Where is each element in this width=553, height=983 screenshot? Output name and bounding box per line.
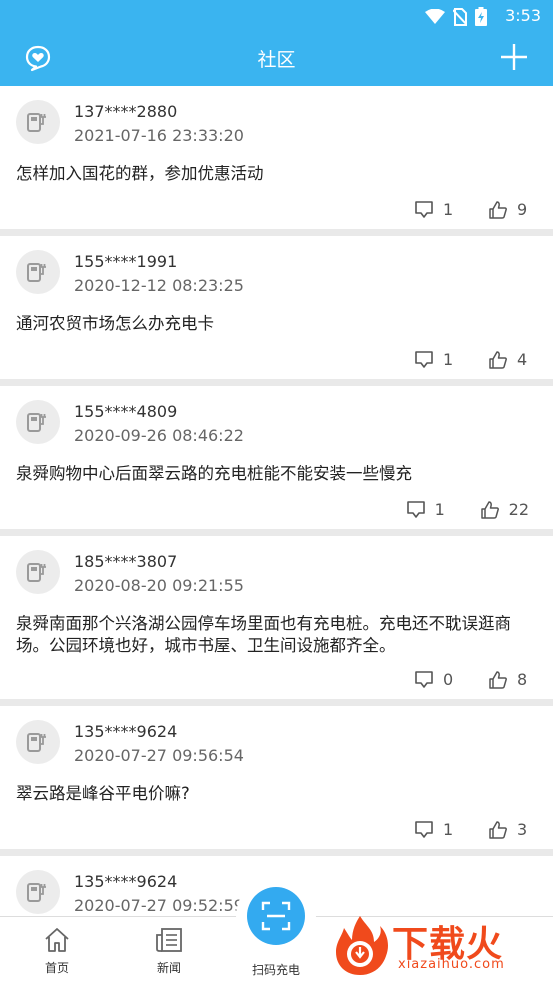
wifi-icon	[425, 8, 445, 24]
like-count: 4	[517, 350, 528, 369]
post-time: 2020-12-12 08:23:25	[74, 276, 244, 295]
post-username: 135****9624	[74, 722, 178, 741]
comment-icon	[415, 821, 433, 838]
battery-charging-icon	[475, 7, 487, 26]
like-button[interactable]: 4	[489, 350, 529, 369]
post-time: 2020-09-26 08:46:22	[74, 426, 244, 445]
post-actions: 1 22	[406, 500, 529, 519]
thumbs-up-icon	[489, 820, 507, 839]
page-title: 社区	[257, 49, 296, 71]
comment-button[interactable]: 1	[415, 820, 455, 839]
comment-button[interactable]: 1	[415, 350, 455, 369]
post-time: 2020-07-27 09:56:54	[74, 746, 244, 765]
home-icon	[45, 928, 69, 952]
post-username: 185****3807	[74, 552, 178, 571]
charging-station-icon	[27, 413, 46, 432]
post-actions: 0 8	[415, 670, 529, 689]
status-time: 3:53	[505, 6, 541, 25]
comment-count: 1	[434, 500, 445, 519]
tab-news[interactable]: 新闻	[129, 927, 209, 976]
like-count: 9	[517, 200, 528, 219]
status-bar: 3:53	[0, 0, 553, 32]
thumbs-up-icon	[489, 670, 507, 689]
tab-home[interactable]: 首页	[17, 927, 97, 976]
thumbs-up-icon	[480, 500, 499, 519]
post-time: 2020-07-27 09:52:59	[74, 896, 244, 915]
thumbs-up-icon	[489, 200, 507, 219]
post-content: 泉舜南面那个兴洛湖公园停车场里面也有充电桩。充电还不耽误逛商场。公园环境也好，城…	[16, 614, 511, 655]
comment-button[interactable]: 0	[415, 670, 455, 689]
watermark-logo: 下载火 xiazaihuo.com	[330, 912, 550, 980]
top-bar: 社区	[0, 32, 553, 86]
thumbs-up-icon	[489, 350, 507, 369]
like-count: 3	[517, 820, 528, 839]
post-card[interactable]: 185****3807 2020-08-20 09:21:55 泉舜南面那个兴洛…	[0, 536, 553, 699]
comment-button[interactable]: 1	[406, 500, 447, 519]
like-count: 22	[508, 500, 529, 519]
comment-count: 1	[443, 350, 454, 369]
add-icon[interactable]	[499, 42, 529, 72]
avatar	[16, 550, 60, 594]
post-content: 翠云路是峰谷平电价嘛?	[16, 784, 190, 803]
charging-station-icon	[27, 263, 46, 282]
avatar	[16, 870, 60, 914]
post-username: 135****9624	[74, 872, 178, 891]
post-username: 155****1991	[74, 252, 178, 271]
post-username: 137****2880	[74, 102, 178, 121]
like-button[interactable]: 22	[480, 500, 529, 519]
post-card[interactable]: 135****9624 2020-07-27 09:56:54 翠云路是峰谷平电…	[0, 706, 553, 849]
avatar	[16, 250, 60, 294]
comment-icon	[415, 351, 433, 368]
flame-logo-icon	[336, 916, 388, 975]
newspaper-icon	[156, 928, 182, 952]
post-actions: 1 9	[415, 200, 529, 219]
post-card[interactable]: 155****4809 2020-09-26 08:46:22 泉舜购物中心后面…	[0, 386, 553, 529]
comment-icon	[415, 671, 433, 688]
avatar	[16, 400, 60, 444]
like-button[interactable]: 3	[489, 820, 529, 839]
status-icons	[425, 7, 487, 26]
post-content: 怎样加入国花的群，参加优惠活动	[16, 164, 264, 183]
tab-home-label: 首页	[44, 961, 69, 975]
comment-icon	[415, 201, 433, 218]
no-sim-icon	[453, 7, 467, 26]
scan-button-circle[interactable]	[247, 887, 305, 945]
post-card[interactable]: 155****1991 2020-12-12 08:23:25 通河农贸市场怎么…	[0, 236, 553, 379]
post-card[interactable]: 137****2880 2021-07-16 23:33:20 怎样加入国花的群…	[0, 86, 553, 229]
charging-station-icon	[27, 563, 46, 582]
like-button[interactable]: 8	[489, 670, 529, 689]
charging-station-icon	[27, 733, 46, 752]
charging-station-icon	[27, 113, 46, 132]
comment-count: 1	[443, 200, 454, 219]
avatar	[16, 720, 60, 764]
comment-count: 1	[443, 820, 454, 839]
like-button[interactable]: 9	[489, 200, 529, 219]
watermark-url: xiazaihuo.com	[398, 957, 505, 972]
post-time: 2021-07-16 23:33:20	[74, 126, 244, 145]
scan-icon	[261, 901, 291, 931]
post-feed[interactable]: 137****2880 2021-07-16 23:33:20 怎样加入国花的群…	[0, 86, 553, 916]
avatar	[16, 100, 60, 144]
post-time: 2020-08-20 09:21:55	[74, 576, 244, 595]
post-actions: 1 4	[415, 350, 529, 369]
post-username: 155****4809	[74, 402, 178, 421]
post-actions: 1 3	[415, 820, 529, 839]
comment-count: 0	[443, 670, 454, 689]
charging-station-icon	[27, 883, 46, 902]
comment-icon	[406, 501, 425, 518]
scan-charge-label: 扫码充电	[251, 963, 300, 977]
scan-charge-button[interactable]	[236, 876, 316, 956]
comment-button[interactable]: 1	[415, 200, 455, 219]
post-content: 泉舜购物中心后面翠云路的充电桩能不能安装一些慢充	[16, 464, 412, 483]
post-content: 通河农贸市场怎么办充电卡	[16, 314, 214, 333]
like-count: 8	[517, 670, 528, 689]
tab-news-label: 新闻	[156, 961, 181, 975]
